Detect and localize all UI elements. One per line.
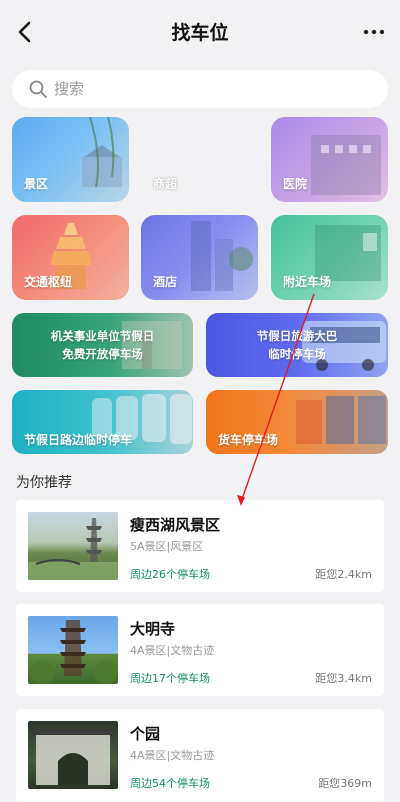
category-hospital[interactable]: 医院 xyxy=(271,117,388,202)
temple-thumbnail xyxy=(28,616,118,684)
nearby-parking-count[interactable]: 周边54个停车场 xyxy=(130,775,210,791)
recommend-card[interactable]: 瘦西湖风景区 5A景区|风景区 周边26个停车场 距您2.4km xyxy=(16,500,384,592)
category-hotel[interactable]: 酒店 xyxy=(141,215,258,300)
recommend-section-title: 为你推荐 xyxy=(16,475,72,491)
pagoda-thumbnail-icon xyxy=(28,518,118,580)
category-label: 景区 xyxy=(24,177,49,191)
search-input[interactable] xyxy=(54,70,374,108)
promo-government-parking[interactable]: 机关事业单位节假日 免费开放停车场 xyxy=(12,313,193,377)
nearby-parking-count[interactable]: 周边17个停车场 xyxy=(130,670,210,686)
search-bar[interactable] xyxy=(12,70,388,108)
place-tags: 5A景区|风景区 xyxy=(130,540,204,553)
distance: 距您3.4km xyxy=(315,672,372,685)
distance: 距您2.4km xyxy=(315,568,372,581)
category-supermarket[interactable]: 商超 xyxy=(141,117,258,202)
place-name: 大明寺 xyxy=(130,620,176,638)
garden-thumbnail xyxy=(28,721,118,789)
place-tags: 4A景区|文物古迹 xyxy=(130,749,215,762)
category-label: 附近车场 xyxy=(283,275,332,289)
top-bar: 找车位 xyxy=(0,0,400,64)
scenic-thumbnail xyxy=(28,512,118,580)
category-label: 交通枢纽 xyxy=(24,275,73,289)
page-title: 找车位 xyxy=(171,22,229,44)
place-name: 瘦西湖风景区 xyxy=(130,516,221,534)
promo-label: 货车停车场 xyxy=(218,433,279,447)
category-scenic-area[interactable]: 景区 xyxy=(12,117,129,202)
more-options-icon[interactable] xyxy=(362,22,386,42)
pagoda-thumbnail-icon xyxy=(30,620,118,684)
category-label: 酒店 xyxy=(153,275,178,289)
promo-roadside-parking[interactable]: 节假日路边临时停车 xyxy=(12,390,193,454)
category-transport-hub[interactable]: 交通枢纽 xyxy=(12,215,129,300)
category-nearby-parking[interactable]: 附近车场 xyxy=(271,215,388,300)
recommend-card[interactable]: 大明寺 4A景区|文物古迹 周边17个停车场 距您3.4km xyxy=(16,604,384,696)
promo-text: 节假日旅游大巴 临时停车场 xyxy=(256,329,338,361)
gate-thumbnail-icon xyxy=(32,729,114,785)
place-tags: 4A景区|文物古迹 xyxy=(130,644,215,657)
nearby-parking-count[interactable]: 周边26个停车场 xyxy=(130,566,210,582)
promo-truck-parking[interactable]: 货车停车场 xyxy=(206,390,388,454)
category-label: 医院 xyxy=(283,177,308,191)
promo-tour-bus-parking[interactable]: 节假日旅游大巴 临时停车场 xyxy=(206,313,388,377)
promo-label: 节假日路边临时停车 xyxy=(24,433,133,447)
recommend-card[interactable]: 个园 4A景区|文物古迹 周边54个停车场 距您369m xyxy=(16,709,384,801)
distance: 距您369m xyxy=(318,777,372,790)
place-name: 个园 xyxy=(130,725,161,743)
promo-text: 机关事业单位节假日 免费开放停车场 xyxy=(50,329,155,361)
category-label: 商超 xyxy=(153,177,178,191)
search-icon xyxy=(29,80,47,98)
